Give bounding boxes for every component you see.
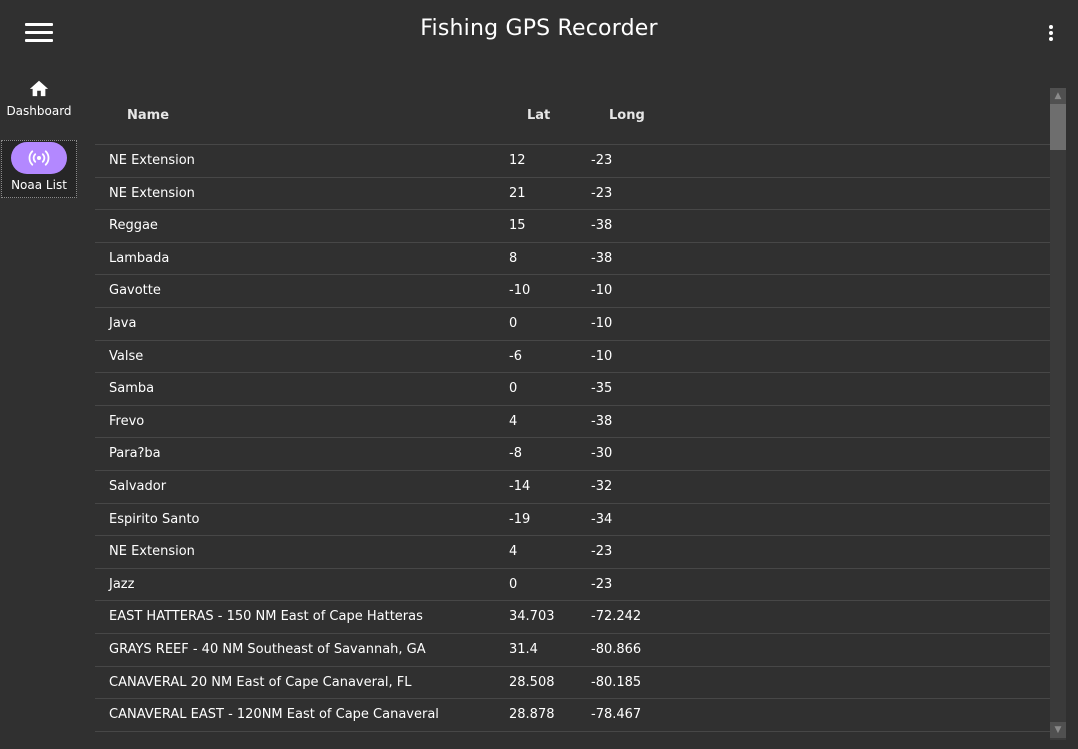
table-body: NE Extension 12 -23 NE Extension 21 -23 Reggae… [95, 145, 1050, 732]
cell-lat: -10 [509, 283, 531, 299]
cell-name: Java [109, 315, 137, 331]
cell-lat: 21 [509, 185, 526, 201]
cell-lat: 31.4 [509, 641, 538, 657]
cell-long: -10 [591, 315, 613, 331]
app-bar: Fishing GPS Recorder [0, 0, 1078, 64]
cell-lat: 12 [509, 153, 526, 168]
cell-name: Reggae [109, 218, 158, 234]
table-row[interactable]: GRAYS REEF - 40 NM Southeast of Savannah… [95, 634, 1050, 667]
scroll-up-arrow-icon[interactable]: ▲ [1050, 88, 1066, 104]
cell-name: CANAVERAL 20 NM East of Cape Canaveral, … [109, 674, 412, 690]
broadcast-icon [28, 150, 50, 166]
cell-name: NE Extension [109, 185, 195, 201]
cell-name: CANAVERAL EAST - 120NM East of Cape Cana… [109, 707, 439, 723]
cell-name: NE Extension [109, 153, 195, 168]
cell-long: -23 [591, 544, 613, 560]
more-vert-icon[interactable] [1036, 20, 1066, 46]
nav-item-label: Dashboard [6, 104, 72, 118]
column-header-name[interactable]: Name [127, 108, 169, 123]
cell-name: Lambada [109, 250, 170, 266]
cell-lat: 0 [509, 576, 518, 592]
cell-lat: 0 [509, 381, 518, 397]
cell-long: -23 [591, 185, 613, 201]
cell-lat: 8 [509, 250, 518, 266]
cell-lat: 0 [509, 315, 518, 331]
cell-long: -23 [591, 153, 613, 168]
cell-long: -78.467 [591, 707, 642, 723]
table-row[interactable]: CANAVERAL 20 NM East of Cape Canaveral, … [95, 667, 1050, 700]
cell-lat: 28.878 [509, 707, 555, 723]
cell-lat: 15 [509, 218, 526, 234]
table-row[interactable]: Lambada 8 -38 [95, 243, 1050, 276]
table-header: Name Lat Long [95, 86, 1050, 145]
cell-name: Espirito Santo [109, 511, 200, 527]
cell-long: -38 [591, 250, 613, 266]
cell-long: -38 [591, 218, 613, 234]
table-row[interactable]: Gavotte -10 -10 [95, 275, 1050, 308]
vertical-scrollbar[interactable]: ▲ ▼ [1050, 88, 1066, 740]
cell-long: -32 [591, 478, 613, 494]
cell-long: -23 [591, 576, 613, 592]
cell-lat: 34.703 [509, 609, 555, 625]
active-indicator [11, 142, 67, 174]
cell-name: Gavotte [109, 283, 161, 299]
table-row[interactable]: Espirito Santo -19 -34 [95, 504, 1050, 537]
nav-item-dashboard[interactable]: Dashboard [1, 76, 77, 132]
cell-long: -35 [591, 381, 613, 397]
cell-lat: 4 [509, 544, 518, 560]
table-row[interactable]: Valse -6 -10 [95, 341, 1050, 374]
cell-name: Samba [109, 381, 155, 397]
table-row[interactable]: NE Extension 12 -23 [95, 145, 1050, 178]
table-row[interactable]: Samba 0 -35 [95, 373, 1050, 406]
cell-lat: -19 [509, 511, 531, 527]
column-header-long[interactable]: Long [609, 108, 645, 123]
cell-lat: -14 [509, 478, 531, 494]
scroll-down-arrow-icon[interactable]: ▼ [1050, 722, 1066, 738]
cell-long: -30 [591, 446, 613, 462]
table-row[interactable]: Para?ba -8 -30 [95, 438, 1050, 471]
cell-lat: 28.508 [509, 674, 555, 690]
cell-long: -72.242 [591, 609, 642, 625]
cell-lat: -8 [509, 446, 522, 462]
table-row[interactable]: CANAVERAL EAST - 120NM East of Cape Cana… [95, 699, 1050, 732]
cell-name: EAST HATTERAS - 150 NM East of Cape Hatt… [109, 609, 423, 625]
cell-long: -80.866 [591, 641, 642, 657]
table-row[interactable]: Reggae 15 -38 [95, 210, 1050, 243]
cell-name: NE Extension [109, 544, 195, 560]
nav-item-label: Noaa List [11, 178, 67, 192]
home-icon [29, 80, 49, 97]
cell-lat: 4 [509, 413, 518, 429]
scrollbar-thumb[interactable] [1050, 104, 1066, 150]
table-row[interactable]: Salvador -14 -32 [95, 471, 1050, 504]
table-row[interactable]: Frevo 4 -38 [95, 406, 1050, 439]
app-title: Fishing GPS Recorder [420, 16, 658, 41]
cell-name: Frevo [109, 413, 145, 429]
cell-long: -80.185 [591, 674, 642, 690]
cell-name: GRAYS REEF - 40 NM Southeast of Savannah… [109, 641, 426, 657]
cell-name: Valse [109, 348, 144, 364]
nav-item-noaa-list[interactable]: Noaa List [1, 140, 77, 198]
cell-name: Para?ba [109, 446, 161, 462]
table-row[interactable]: Jazz 0 -23 [95, 569, 1050, 602]
table-row[interactable]: EAST HATTERAS - 150 NM East of Cape Hatt… [95, 601, 1050, 634]
cell-name: Salvador [109, 478, 167, 494]
table-row[interactable]: NE Extension 21 -23 [95, 178, 1050, 211]
noaa-table: Name Lat Long NE Extension 12 -23 NE Extens… [95, 86, 1050, 732]
cell-long: -38 [591, 413, 613, 429]
cell-long: -10 [591, 348, 613, 364]
cell-long: -10 [591, 283, 613, 299]
cell-name: Jazz [109, 576, 135, 592]
navigation-rail: Dashboard Noaa List [0, 64, 78, 749]
cell-long: -34 [591, 511, 613, 527]
cell-lat: -6 [509, 348, 522, 364]
table-row[interactable]: NE Extension 4 -23 [95, 536, 1050, 569]
table-row[interactable]: Java 0 -10 [95, 308, 1050, 341]
column-header-lat[interactable]: Lat [527, 108, 550, 123]
